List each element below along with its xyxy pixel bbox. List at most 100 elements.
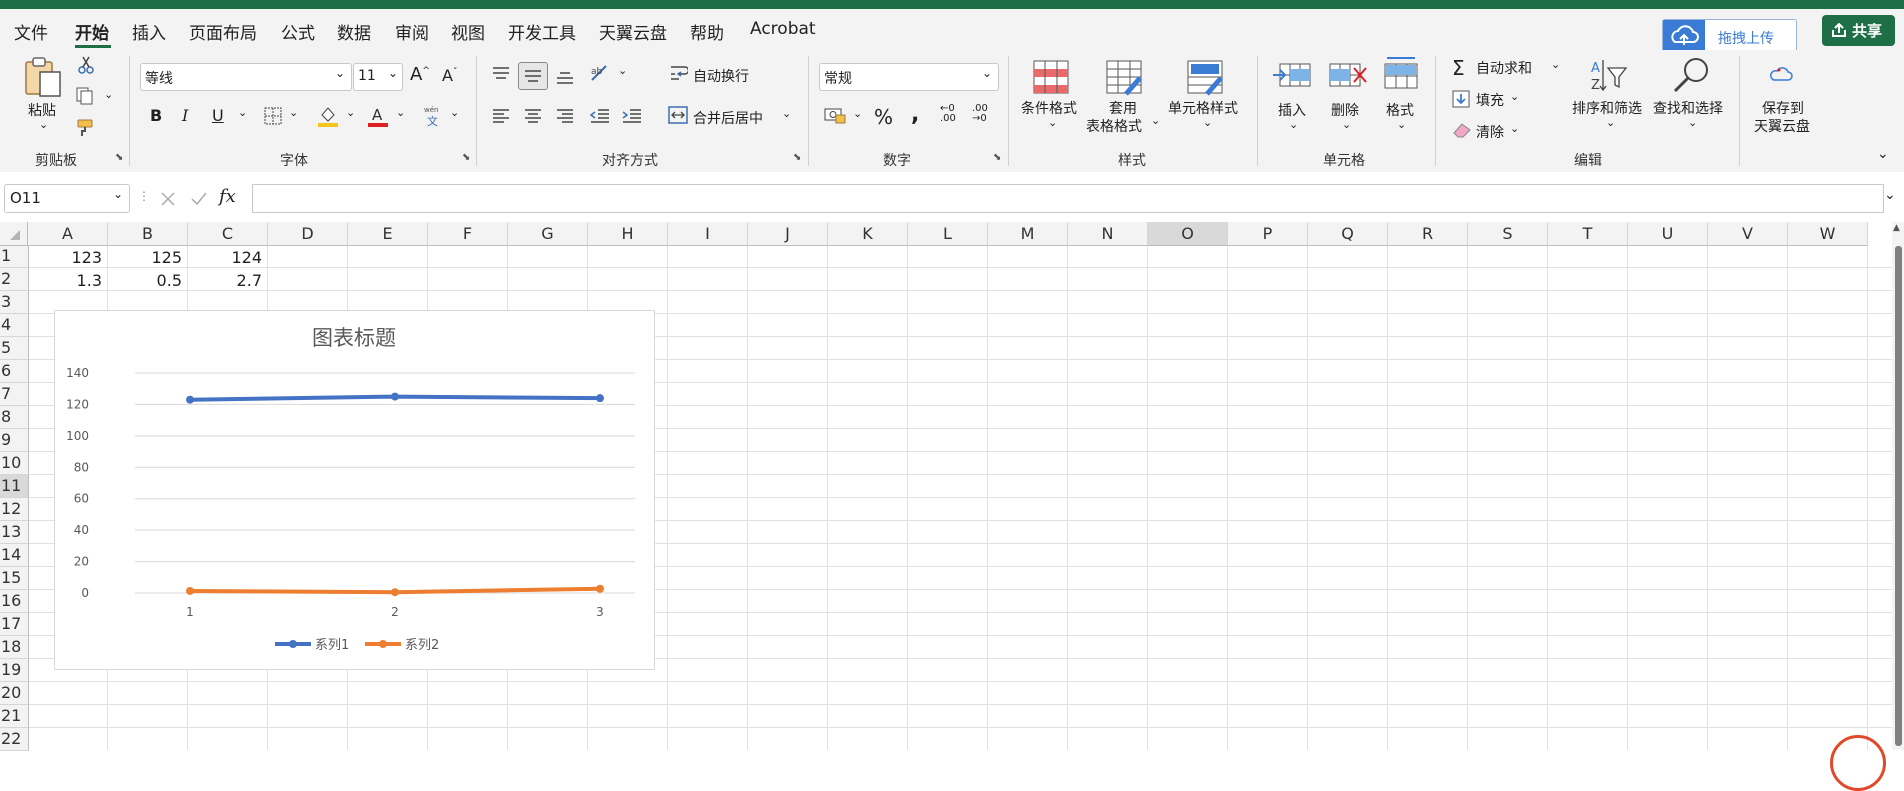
- menu-file[interactable]: 文件: [14, 19, 48, 44]
- column-header[interactable]: S: [1468, 222, 1548, 246]
- cell-A2[interactable]: 1.3: [28, 270, 102, 292]
- chevron-down-icon[interactable]: ⌄: [1342, 118, 1351, 131]
- autosum-label[interactable]: 自动求和: [1476, 58, 1532, 78]
- insert-function-icon[interactable]: fx: [219, 186, 236, 207]
- row-header[interactable]: 21: [0, 705, 29, 728]
- chevron-down-icon[interactable]: ⌄: [396, 106, 405, 119]
- chevron-down-icon[interactable]: ⌄: [1551, 58, 1560, 71]
- chevron-down-icon[interactable]: ⌄: [1151, 114, 1160, 127]
- format-cells-icon[interactable]: [1383, 56, 1419, 90]
- paste-label[interactable]: 粘贴: [28, 100, 56, 120]
- orientation-icon[interactable]: ab: [590, 64, 610, 82]
- copy-icon[interactable]: [76, 87, 94, 105]
- row-header[interactable]: 1: [0, 245, 29, 268]
- menu-home[interactable]: 开始: [75, 19, 109, 44]
- chevron-down-icon[interactable]: ⌄: [1048, 116, 1057, 129]
- increase-indent-icon[interactable]: [622, 108, 642, 124]
- borders-icon[interactable]: [264, 107, 282, 125]
- font-color-icon[interactable]: A: [368, 105, 388, 127]
- wrap-text-icon[interactable]: [670, 64, 688, 82]
- fill-down-icon[interactable]: [1452, 90, 1470, 108]
- dialog-launcher-icon[interactable]: ⬊: [462, 152, 470, 163]
- chevron-down-icon[interactable]: ⌄: [39, 118, 48, 131]
- dialog-launcher-icon[interactable]: ⬊: [993, 152, 1001, 163]
- format-cells-label[interactable]: 格式: [1386, 100, 1414, 120]
- column-header[interactable]: W: [1788, 222, 1868, 246]
- column-header[interactable]: Q: [1308, 222, 1388, 246]
- menu-view[interactable]: 视图: [451, 19, 485, 44]
- column-header[interactable]: R: [1388, 222, 1468, 246]
- vertical-scrollbar[interactable]: ▲: [1892, 222, 1904, 750]
- underline-icon[interactable]: U: [212, 106, 224, 125]
- clear-label[interactable]: 清除: [1476, 122, 1504, 142]
- column-header[interactable]: G: [508, 222, 588, 246]
- cloud-save-label-2[interactable]: 天翼云盘: [1754, 116, 1810, 136]
- decrease-font-icon[interactable]: Aˇ: [442, 66, 457, 85]
- chevron-down-icon[interactable]: ⌄: [1688, 116, 1697, 129]
- select-all-corner[interactable]: [0, 222, 28, 246]
- paste-icon[interactable]: [24, 56, 62, 98]
- column-header[interactable]: J: [748, 222, 828, 246]
- italic-icon[interactable]: I: [182, 106, 188, 125]
- scroll-up-icon[interactable]: ▲: [1893, 223, 1900, 233]
- align-left-icon[interactable]: [492, 108, 510, 124]
- chevron-down-icon[interactable]: ⌄: [450, 106, 459, 119]
- chevron-down-icon[interactable]: ⌄: [853, 107, 862, 120]
- menu-tianyi-cloud[interactable]: 天翼云盘: [599, 19, 667, 44]
- menu-data[interactable]: 数据: [337, 19, 371, 44]
- chevron-down-icon[interactable]: ⌄: [1289, 118, 1298, 131]
- cell-C2[interactable]: 2.7: [188, 270, 262, 292]
- column-header[interactable]: M: [988, 222, 1068, 246]
- fill-label[interactable]: 填充: [1476, 90, 1504, 110]
- menu-review[interactable]: 审阅: [395, 19, 429, 44]
- format-as-table-icon[interactable]: [1106, 60, 1144, 96]
- bold-icon[interactable]: B: [150, 106, 162, 125]
- find-select-icon[interactable]: [1672, 56, 1712, 94]
- align-center-icon[interactable]: [524, 108, 542, 124]
- chevron-down-icon[interactable]: ⌄: [104, 88, 113, 101]
- row-header[interactable]: 7: [0, 383, 29, 406]
- menu-acrobat[interactable]: Acrobat: [750, 19, 816, 39]
- row-header[interactable]: 3: [0, 291, 29, 314]
- autosum-icon[interactable]: Σ: [1452, 56, 1465, 80]
- row-header[interactable]: 18: [0, 636, 29, 659]
- row-header[interactable]: 9: [0, 429, 29, 452]
- decrease-indent-icon[interactable]: [590, 108, 610, 124]
- column-header[interactable]: N: [1068, 222, 1148, 246]
- cell-styles-icon[interactable]: [1187, 60, 1225, 96]
- row-header[interactable]: 17: [0, 613, 29, 636]
- column-header[interactable]: P: [1228, 222, 1308, 246]
- chevron-down-icon[interactable]: ⌄: [782, 107, 791, 120]
- chevron-down-icon[interactable]: ⌄: [1203, 116, 1212, 129]
- row-header[interactable]: 19: [0, 659, 29, 682]
- menu-page-layout[interactable]: 页面布局: [189, 19, 257, 44]
- cloud-save-label-1[interactable]: 保存到: [1762, 98, 1804, 118]
- eraser-icon[interactable]: [1452, 122, 1472, 138]
- column-header[interactable]: H: [588, 222, 668, 246]
- align-bottom-icon[interactable]: [556, 70, 574, 86]
- column-header[interactable]: A: [28, 222, 108, 246]
- column-header[interactable]: D: [268, 222, 348, 246]
- confirm-entry-icon[interactable]: [190, 191, 208, 207]
- number-format-select[interactable]: 常规 ⌄: [819, 63, 999, 91]
- merge-center-icon[interactable]: [668, 106, 688, 124]
- decrease-decimal-icon[interactable]: .00 →0: [972, 104, 988, 124]
- format-as-table-label-2[interactable]: 表格格式: [1086, 116, 1142, 136]
- wrap-text-label[interactable]: 自动换行: [693, 66, 749, 86]
- row-header[interactable]: 16: [0, 590, 29, 613]
- format-painter-icon[interactable]: [76, 119, 96, 137]
- dialog-launcher-icon[interactable]: ⬊: [793, 152, 801, 163]
- column-header[interactable]: V: [1708, 222, 1788, 246]
- cell-B2[interactable]: 0.5: [108, 270, 182, 292]
- conditional-format-label[interactable]: 条件格式: [1021, 98, 1077, 118]
- cancel-entry-icon[interactable]: [160, 191, 176, 207]
- row-header[interactable]: 14: [0, 544, 29, 567]
- percent-icon[interactable]: %: [874, 105, 893, 129]
- align-right-icon[interactable]: [556, 108, 574, 124]
- share-button[interactable]: 共享: [1822, 15, 1895, 46]
- chevron-down-icon[interactable]: ⌄: [618, 64, 627, 77]
- font-name-select[interactable]: 等线 ⌄: [140, 63, 352, 91]
- cloud-save-icon[interactable]: [1768, 64, 1794, 86]
- chevron-down-icon[interactable]: ⌄: [1510, 122, 1519, 135]
- column-header[interactable]: I: [668, 222, 748, 246]
